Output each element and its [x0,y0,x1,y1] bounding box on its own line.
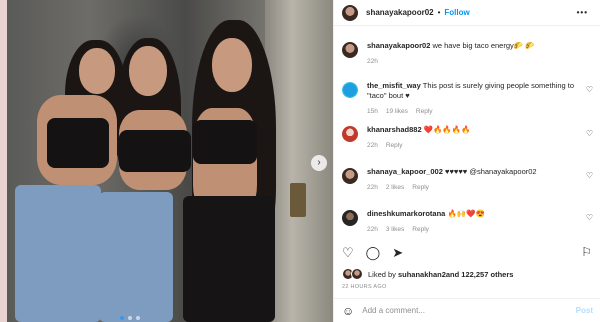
photo-person-1-jeans [15,185,101,322]
next-photo-button[interactable]: › [311,155,327,171]
bookmark-icon[interactable]: ⚐ [581,246,592,258]
like-heart-icon[interactable]: ♡ [342,246,354,259]
comment-username[interactable]: shanaya_kapoor_002 [367,167,443,176]
comment-item: shanaya_kapoor_002 ♥♥♥♥♥ @shanayakapoor0… [334,167,600,205]
comment-time: 22h [367,142,378,149]
comment-text: 🔥🙌❤️😍 [447,209,485,218]
heart-icon[interactable]: ♡ [586,171,593,180]
comment-input[interactable]: Add a comment... [362,306,425,315]
caption-avatar[interactable] [342,42,358,58]
comment-likes[interactable]: 3 likes [386,225,404,234]
photo-person-2-jeans [99,192,173,322]
comment-meta: 22h 2 likes Reply [367,183,592,193]
comment-username[interactable]: dineshkumarkorotana [367,209,445,218]
share-icon[interactable]: ➤ [392,246,403,259]
comment-item: dineshkumarkorotana 🔥🙌❤️😍 22h 3 likes Re… [334,209,600,234]
comment-likes[interactable]: 2 likes [386,183,404,193]
caption-text: we have big taco energy🌮 🌮 [432,41,535,50]
comment-likes[interactable]: 19 likes [386,107,408,117]
liker-avatars[interactable] [342,268,364,280]
carousel-dot [136,316,140,320]
comment-item: the_misfit_way This post is surely givin… [334,81,600,121]
caption: shanayakapoor02 we have big taco energy🌮… [334,41,600,71]
caption-time: 22h [367,58,378,65]
reply-button[interactable]: Reply [416,107,433,117]
comment-text: ❤️🔥🔥🔥🔥 [423,125,471,134]
post-comment-button[interactable]: Post [576,306,593,315]
author-avatar[interactable] [342,4,358,21]
emoji-icon[interactable]: ☺ [342,304,354,318]
likes-others[interactable]: and 122,257 others [446,270,514,279]
photo-person-2-face [129,46,167,96]
comment-time: 15h [367,108,378,115]
action-bar: ♡ ◯ ➤ ⚐ [342,244,592,260]
comment-icon[interactable]: ◯ [366,246,381,259]
photo-person-3-face [212,38,252,92]
commenter-avatar[interactable] [342,210,358,226]
comment-meta: 22h Reply [367,141,592,151]
likes-prefix: Liked by [368,269,396,279]
photo-person-1-face [79,48,115,94]
heart-icon[interactable]: ♡ [586,213,593,222]
commenter-avatar[interactable] [342,168,358,184]
comment-meta: 22h 3 likes Reply [367,225,592,234]
carousel-dot [120,316,124,320]
photo-person-1-top [47,118,109,168]
caption-username[interactable]: shanayakapoor02 [367,41,430,50]
carousel-dots [120,316,140,320]
comment-username[interactable]: khanarshad882 [367,125,422,134]
comment-text: ♥♥♥♥♥ @shanayakapoor02 [444,167,537,176]
photo-person-3-pants [183,196,275,322]
chevron-right-icon: › [317,157,321,168]
more-options-icon[interactable]: ••• [577,8,588,17]
post-media[interactable]: › [0,0,333,322]
post-photo [7,0,333,322]
comment-list[interactable]: shanayakapoor02 we have big taco energy🌮… [334,34,600,234]
photo-person-3-top [193,120,257,164]
follow-button[interactable]: Follow [444,8,469,17]
caption-meta: 22h [367,57,592,67]
commenter-avatar[interactable] [342,82,358,98]
liker-username[interactable]: suhanakhan2 [398,270,446,279]
comment-meta: 15h 19 likes Reply [367,107,592,117]
commenter-avatar[interactable] [342,126,358,142]
reply-button[interactable]: Reply [412,225,429,234]
heart-icon[interactable]: ♡ [586,85,593,94]
header-separator: • [437,8,441,17]
comment-time: 22h [367,226,378,233]
heart-icon[interactable]: ♡ [586,129,593,138]
add-comment-bar: ☺ Add a comment... Post [334,298,600,322]
post-side-panel: shanayakapoor02 • Follow ••• shanayakapo… [333,0,600,322]
photo-person-2-top [119,130,191,172]
comment-item: khanarshad882 ❤️🔥🔥🔥🔥 22h Reply ♡ [334,125,600,163]
likes-summary: Liked by suhanakhan2 and 122,257 others [342,268,513,280]
post-header: shanayakapoor02 • Follow ••• [334,0,600,26]
reply-button[interactable]: Reply [386,141,403,151]
carousel-dot [128,316,132,320]
comment-username[interactable]: the_misfit_way [367,81,421,90]
author-username[interactable]: shanayakapoor02 [366,8,434,17]
post-date: 22 HOURS AGO [342,284,387,290]
comment-time: 22h [367,184,378,191]
photo-door-handle [290,183,306,217]
reply-button[interactable]: Reply [412,183,429,193]
